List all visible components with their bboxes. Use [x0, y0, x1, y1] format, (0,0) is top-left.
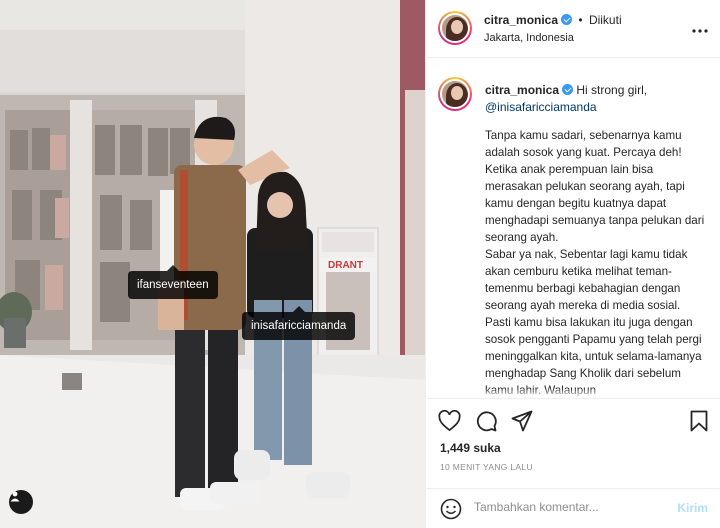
post-actions: 1,449 suka 10 MENIT YANG LALU: [426, 398, 720, 488]
emoji-icon[interactable]: [440, 498, 462, 525]
photo-tag-inisa[interactable]: inisafaricciamanda: [242, 306, 356, 340]
caption-fade: [426, 388, 720, 398]
hydrant-sign: DRANT: [328, 260, 363, 271]
header-user-line: citra_monica • Diikuti: [484, 13, 622, 27]
caption-text: Tanpa kamu sadari, sebenarnya kamu adala…: [485, 127, 707, 398]
user-tag-icon[interactable]: [9, 490, 33, 514]
avatar[interactable]: [438, 11, 472, 45]
header-username[interactable]: citra_monica: [484, 13, 558, 27]
caption-mention-link[interactable]: @inisafaricciamanda: [485, 100, 597, 114]
more-horizontal-icon[interactable]: [692, 20, 708, 36]
verified-badge-icon: [561, 14, 573, 25]
caption-header: citra_monica Hi strong girl, @inisafaric…: [485, 82, 705, 116]
post-timestamp: 10 MENIT YANG LALU: [440, 462, 533, 472]
caption-greeting: Hi strong girl,: [576, 83, 648, 97]
action-icons: [438, 409, 533, 434]
comment-input[interactable]: [474, 500, 664, 514]
post-header: citra_monica • Diikuti Jakarta, Indonesi…: [426, 0, 720, 58]
bookmark-icon[interactable]: [690, 410, 708, 437]
post-comment-button[interactable]: Kirim: [677, 501, 708, 515]
photo-scene: DRANT: [0, 0, 425, 528]
post-photo[interactable]: DRANT ifanseventeen inisafaricciamanda: [0, 0, 425, 528]
caption-paragraph: Tanpa kamu sadari, sebenarnya kamu adala…: [485, 129, 705, 244]
follow-status-button[interactable]: Diikuti: [589, 13, 622, 27]
location-link[interactable]: Jakarta, Indonesia: [484, 32, 574, 44]
share-icon[interactable]: [511, 410, 533, 434]
comment-icon[interactable]: [475, 410, 497, 434]
avatar[interactable]: [438, 77, 472, 111]
caption-area[interactable]: citra_monica Hi strong girl, @inisafaric…: [426, 58, 720, 398]
photo-tag-ifan[interactable]: ifanseventeen: [128, 265, 218, 299]
verified-badge-icon: [562, 84, 574, 95]
follow-dot: •: [578, 13, 583, 27]
caption-paragraph: Sabar ya nak, Sebentar lagi kamu tidak a…: [485, 248, 702, 397]
comment-form: Kirim: [426, 488, 720, 528]
post-sidebar: citra_monica • Diikuti Jakarta, Indonesi…: [425, 0, 720, 528]
like-count[interactable]: 1,449 suka: [440, 441, 501, 455]
caption-username[interactable]: citra_monica: [485, 83, 559, 97]
heart-icon[interactable]: [438, 409, 461, 434]
